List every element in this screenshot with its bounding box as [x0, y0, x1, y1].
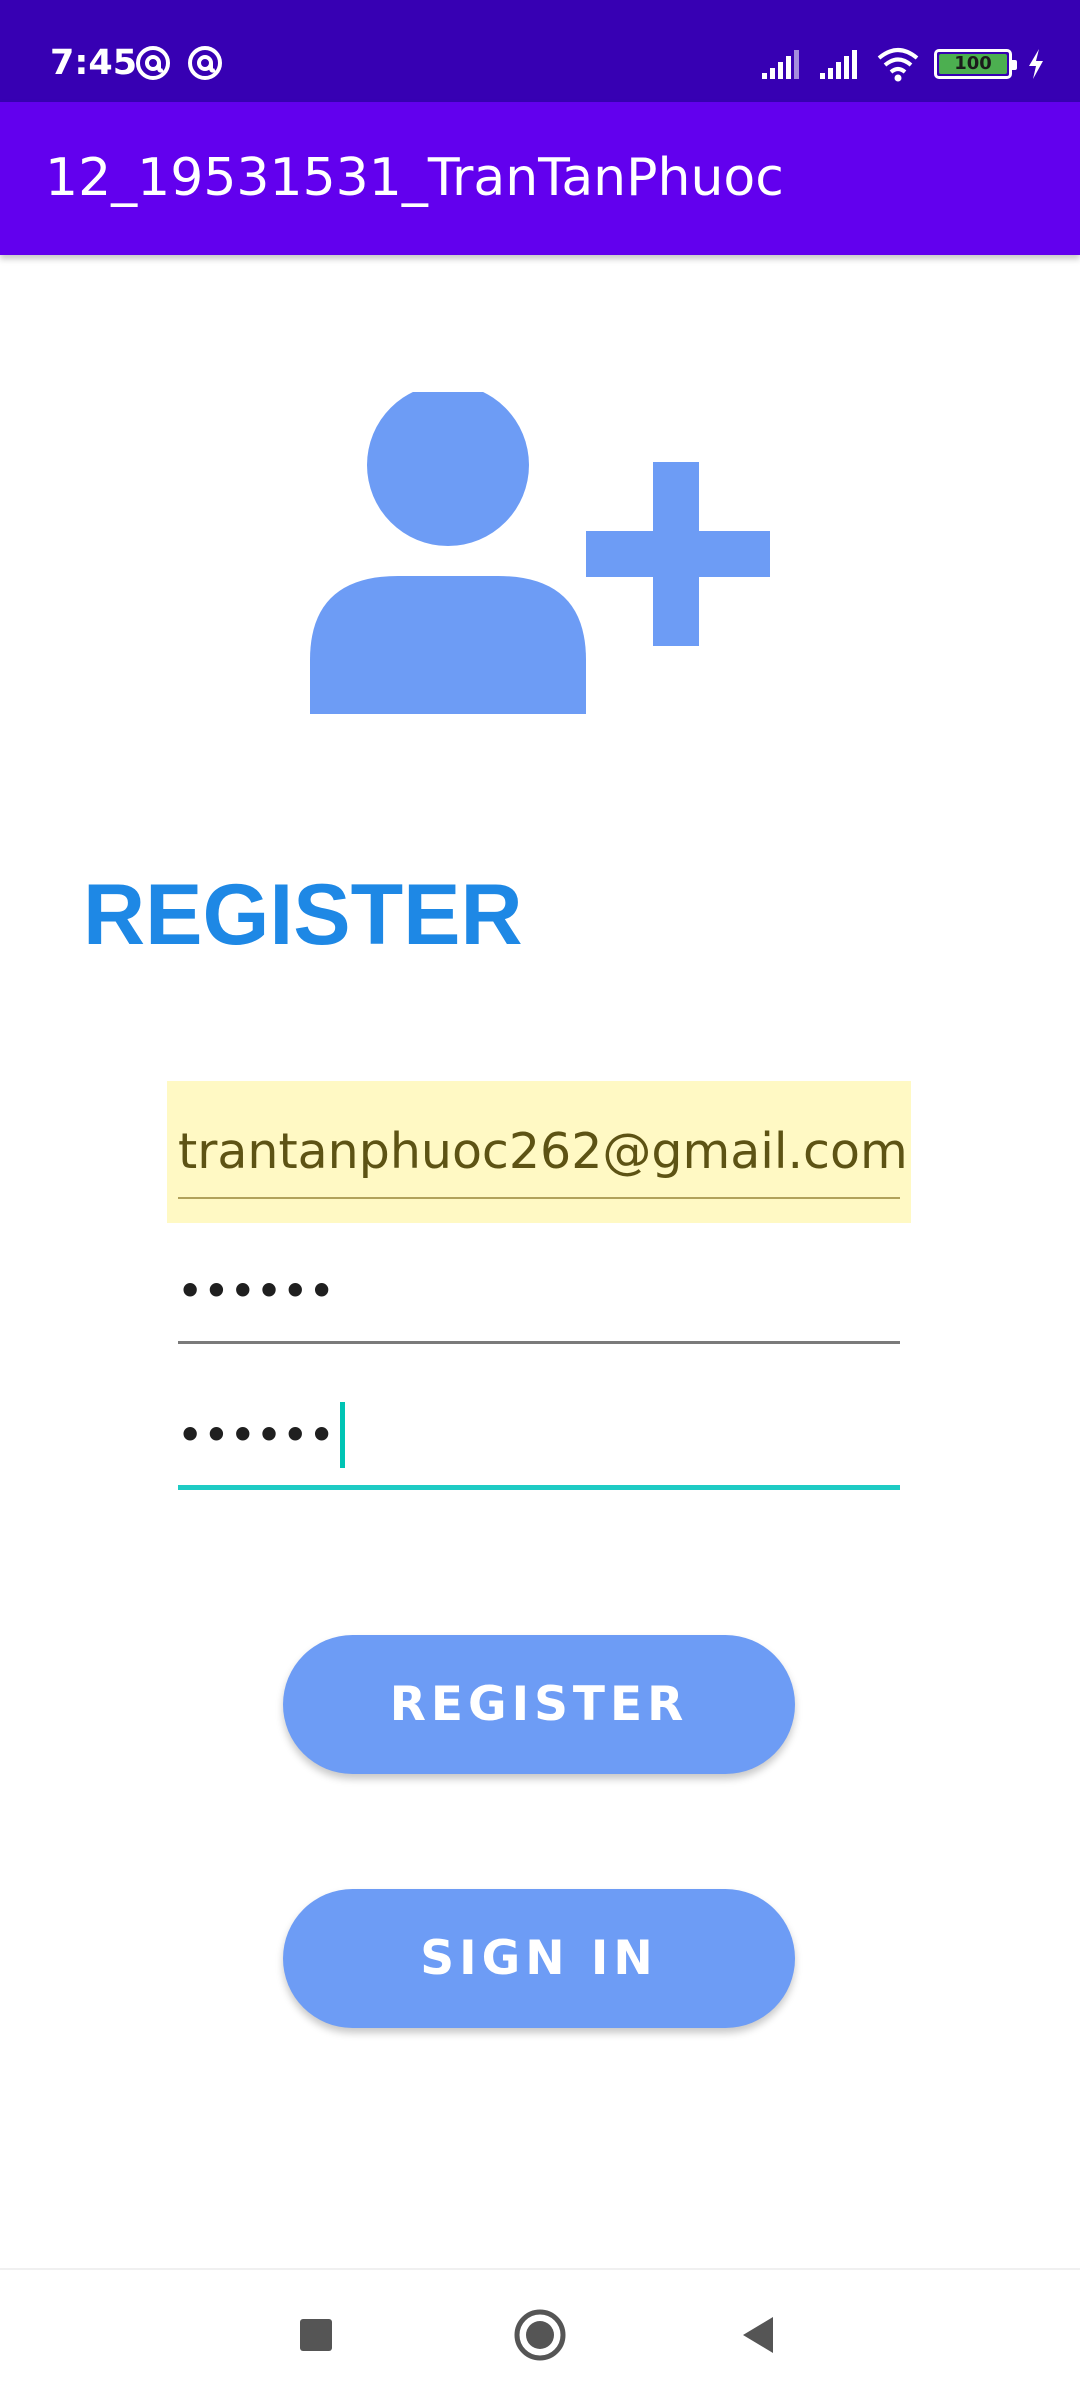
email-field-value: trantanphuoc262@gmail.com: [178, 1123, 908, 1180]
text-cursor: [339, 1402, 345, 1468]
battery-level-text: 100: [954, 53, 992, 74]
status-time: 7:45: [50, 43, 138, 83]
sign-in-button[interactable]: SIGN IN: [283, 1889, 795, 2028]
charging-bolt-icon: [1029, 49, 1043, 79]
page-title: REGISTER: [83, 867, 523, 963]
confirm-password-field-content: ••••••: [178, 1368, 345, 1502]
app-title: 12_19531531_TranTanPhuoc: [45, 148, 784, 208]
at-sign-icon: [136, 46, 170, 80]
status-system-icons: 100: [760, 44, 1046, 84]
back-button[interactable]: [714, 2290, 804, 2380]
app-bar: 12_19531531_TranTanPhuoc: [0, 102, 1080, 255]
signal-icon: [820, 50, 857, 79]
navigation-bar: [0, 2268, 1080, 2400]
wifi-icon: [877, 48, 919, 82]
recents-button[interactable]: [271, 2290, 361, 2380]
home-icon: [514, 2309, 566, 2361]
battery-cap: [1012, 60, 1017, 70]
status-notification-icons: [134, 44, 224, 82]
confirm-password-field-value: ••••••: [178, 1413, 336, 1457]
person-add-icon: [310, 392, 770, 714]
email-field-underline: [178, 1197, 900, 1199]
signal-icon: [762, 50, 799, 79]
status-bar: 7:45 100: [0, 0, 1080, 102]
register-button[interactable]: REGISTER: [283, 1635, 795, 1774]
confirm-password-field-underline: [178, 1485, 900, 1490]
at-sign-icon: [188, 46, 222, 80]
password-field[interactable]: ••••••: [167, 1226, 911, 1346]
email-field[interactable]: trantanphuoc262@gmail.com: [167, 1081, 911, 1223]
recents-icon: [300, 2319, 332, 2351]
back-icon: [743, 2317, 773, 2353]
confirm-password-field[interactable]: ••••••: [167, 1368, 911, 1490]
register-screen: 7:45 100 12_19531531_TranTanPhuoc REGIST…: [0, 0, 1080, 2400]
password-field-value: ••••••: [178, 1269, 336, 1313]
home-button[interactable]: [495, 2290, 585, 2380]
password-field-underline: [178, 1341, 900, 1344]
battery-icon: 100: [934, 49, 1017, 79]
